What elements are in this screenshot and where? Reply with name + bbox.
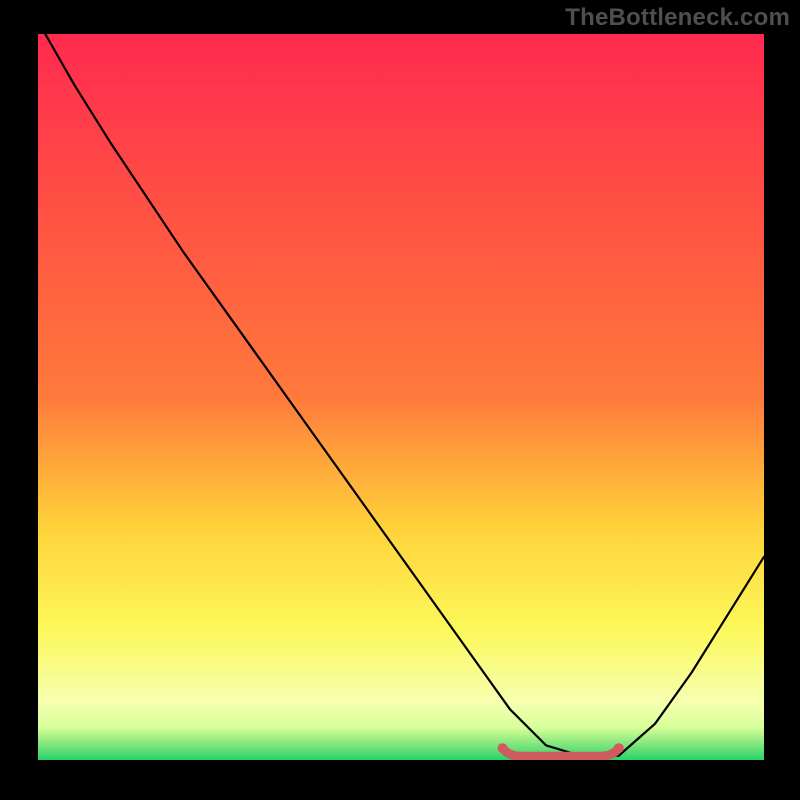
chart-frame: TheBottleneck.com: [0, 0, 800, 800]
plot-area: [38, 34, 764, 760]
watermark-label: TheBottleneck.com: [565, 4, 790, 32]
bottleneck-curve-chart: [38, 34, 764, 760]
